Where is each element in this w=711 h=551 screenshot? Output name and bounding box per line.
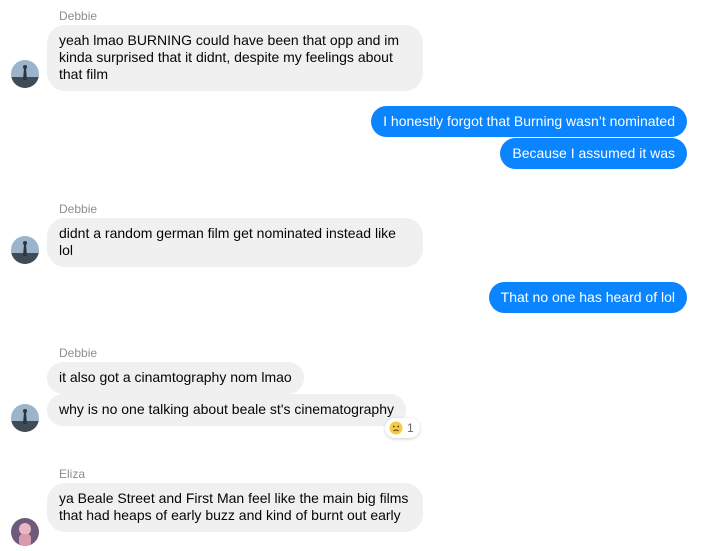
avatar-image [11, 404, 39, 432]
avatar-image [11, 236, 39, 264]
avatar-debbie[interactable] [11, 236, 39, 264]
message-bubble-outgoing[interactable]: That no one has heard of lol [488, 282, 687, 313]
sender-name: Debbie [59, 9, 98, 23]
sender-name: Eliza [59, 467, 86, 481]
avatar-image [11, 518, 39, 546]
avatar-debbie[interactable] [11, 404, 39, 432]
message-bubble-incoming[interactable]: ya Beale Street and First Man feel like … [47, 483, 423, 532]
sad-face-emoji-icon [389, 421, 403, 435]
message-bubble-incoming[interactable]: yeah lmao BURNING could have been that o… [47, 25, 423, 91]
sender-name: Debbie [59, 202, 98, 216]
message-bubble-incoming[interactable]: it also got a cinamtography nom lmao [47, 362, 304, 394]
avatar-eliza[interactable] [11, 518, 39, 546]
message-bubble-outgoing[interactable]: I honestly forgot that Burning wasn’t no… [371, 106, 687, 137]
message-bubble-outgoing[interactable]: Because I assumed it was [500, 138, 687, 169]
reaction-count: 1 [407, 421, 414, 435]
sender-name: Debbie [59, 346, 98, 360]
avatar-debbie[interactable] [11, 60, 39, 88]
message-bubble-incoming[interactable]: didnt a random german film get nominated… [47, 218, 423, 267]
message-reaction[interactable]: 1 [385, 418, 420, 438]
avatar-image [11, 60, 39, 88]
message-bubble-incoming[interactable]: why is no one talking about beale st's c… [47, 394, 406, 426]
